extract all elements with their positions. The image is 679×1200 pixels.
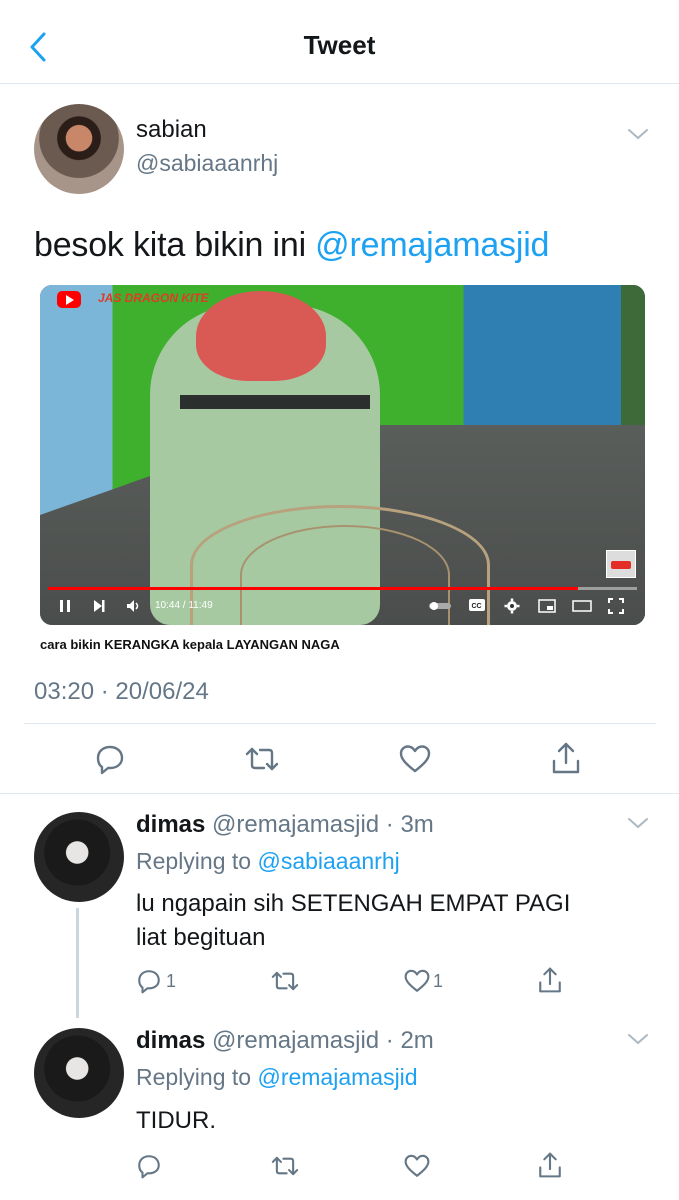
replying-to-label: Replying to	[136, 848, 258, 874]
pause-icon[interactable]	[58, 599, 72, 613]
reply-author-name[interactable]: dimas	[136, 1027, 205, 1054]
retweet-icon	[245, 747, 279, 771]
reply-text: TIDUR.	[136, 1104, 216, 1138]
mention-link[interactable]: @sabiaaanrhj	[257, 848, 399, 874]
author-name[interactable]: sabian	[136, 116, 207, 144]
avatar[interactable]	[34, 812, 124, 902]
thread-connector	[76, 908, 79, 1018]
heart-icon	[399, 745, 431, 773]
share-button[interactable]	[537, 1151, 563, 1179]
reply-text: lu ngapain sih SETENGAH EMPAT PAGI liat …	[136, 887, 570, 955]
reply-button[interactable]	[136, 1153, 162, 1179]
share-button[interactable]	[537, 966, 563, 994]
volume-icon[interactable]	[126, 599, 142, 613]
autoplay-toggle-icon[interactable]	[428, 601, 452, 611]
reply-icon	[138, 1155, 160, 1179]
video-caption: cara bikin KERANGKA kepala LAYANGAN NAGA	[40, 637, 340, 652]
retweet-icon	[271, 1156, 299, 1176]
reply-author-name[interactable]: dimas	[136, 811, 205, 838]
reply-header[interactable]: dimas @remajamasjid · 3m	[136, 811, 434, 839]
chevron-down-icon[interactable]	[626, 127, 650, 141]
mention-link[interactable]: @remajamasjid	[257, 1064, 417, 1090]
tweet-timestamp: 03:20 · 20/06/24	[34, 678, 209, 705]
youtube-logo-icon	[57, 291, 81, 308]
tweet-text-body: besok kita bikin ini	[34, 226, 316, 264]
heart-icon	[404, 1154, 430, 1177]
divider	[24, 723, 656, 724]
settings-gear-icon[interactable]	[504, 598, 520, 614]
retweet-button[interactable]	[270, 1153, 300, 1179]
like-button[interactable]	[403, 1153, 431, 1179]
video-player[interactable]: JAS DRAGON KITE 10:44 / 11:49 CC	[40, 285, 645, 625]
video-head	[196, 291, 326, 381]
fullscreen-icon[interactable]	[608, 598, 624, 614]
reply-header[interactable]: dimas @remajamasjid · 2m	[136, 1027, 434, 1055]
heart-icon	[404, 969, 430, 992]
chevron-down-icon[interactable]	[626, 1032, 650, 1046]
divider	[0, 793, 679, 794]
reply-icon	[138, 970, 160, 994]
avatar[interactable]	[34, 1028, 124, 1118]
reply-handle-time: @remajamasjid · 3m	[212, 811, 434, 838]
svg-text:CC: CC	[472, 603, 482, 610]
mention-link[interactable]: @remajamasjid	[315, 226, 549, 264]
tweet-text: besok kita bikin ini @remajamasjid	[34, 226, 549, 265]
theater-mode-icon[interactable]	[572, 599, 592, 613]
video-controls: 10:44 / 11:49 CC	[40, 591, 645, 625]
retweet-button[interactable]	[270, 968, 300, 994]
video-time: 10:44 / 11:49	[155, 600, 213, 611]
avatar[interactable]	[34, 104, 124, 194]
reply-text-line: lu ngapain sih SETENGAH EMPAT PAGI	[136, 890, 571, 917]
top-bar: Tweet	[0, 0, 679, 84]
channel-badge-icon[interactable]	[606, 550, 636, 578]
reply-icon	[96, 745, 124, 775]
retweet-icon	[271, 971, 299, 991]
chevron-down-icon[interactable]	[626, 816, 650, 830]
reply-text-line: liat begituan	[136, 924, 266, 951]
channel-watermark: JAS DRAGON KITE	[98, 291, 209, 305]
captions-icon[interactable]: CC	[468, 598, 486, 612]
video-progress-bar[interactable]	[48, 587, 637, 590]
share-icon	[539, 1152, 561, 1178]
miniplayer-icon[interactable]	[538, 599, 556, 613]
author-handle[interactable]: @sabiaaanrhj	[136, 150, 278, 177]
replying-to: Replying to @remajamasjid	[136, 1064, 418, 1091]
replying-to: Replying to @sabiaaanrhj	[136, 848, 400, 875]
reply-count: 1	[166, 971, 177, 991]
video-progress-fill	[48, 587, 579, 590]
like-button[interactable]	[403, 968, 431, 994]
share-icon	[539, 967, 561, 993]
reply-text-line: TIDUR.	[136, 1107, 216, 1134]
page-title: Tweet	[303, 30, 376, 60]
share-button[interactable]	[550, 741, 582, 775]
reply-button[interactable]	[136, 968, 162, 994]
like-count: 1	[433, 971, 444, 991]
reply-handle-time: @remajamasjid · 2m	[212, 1027, 434, 1054]
replying-to-label: Replying to	[136, 1064, 258, 1090]
reply-button[interactable]	[94, 743, 126, 775]
next-icon[interactable]	[92, 599, 106, 613]
like-button[interactable]	[398, 743, 432, 775]
share-icon	[552, 742, 580, 774]
video-stripe	[180, 395, 370, 409]
retweet-button[interactable]	[244, 743, 280, 775]
